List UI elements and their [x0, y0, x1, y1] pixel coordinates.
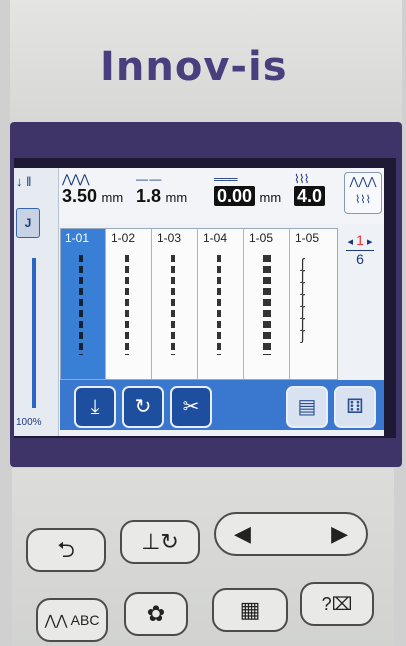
thread-tension[interactable]: ⌇⌇⌇ 4.0	[294, 172, 326, 207]
stitch-preview	[217, 255, 221, 355]
settings-page-icon: ▦	[239, 597, 261, 622]
right-arrow-icon[interactable]: ▶	[331, 514, 348, 554]
needle-icon: ↓ ‖	[16, 174, 32, 189]
stitch-preview	[79, 255, 83, 355]
zigzag-preview: ʃʃʃʃʃʃʃ	[301, 255, 305, 343]
help-button[interactable]: ?⌧	[300, 582, 374, 626]
lcd-screen: ↓ ‖ J 100% ⋀⋀⋀ 3.50 mm — — 1.8 mm ═══ 0.…	[14, 168, 384, 436]
brand-logo: Innov-is	[100, 44, 288, 90]
scissors-icon: ✂	[182, 396, 200, 418]
reinforcement-button[interactable]: ↻	[122, 386, 164, 428]
stitch-mode-icon: ⋀⋀⋀ ⌇⌇⌇	[349, 176, 377, 206]
memory-icon: ▤	[297, 396, 317, 418]
character-stitch-icon: ⋀⋀ ABC	[44, 612, 100, 628]
left-sidebar: ↓ ‖ J 100%	[14, 168, 59, 436]
stitch-preview	[171, 255, 175, 355]
presser-foot-icon[interactable]: J	[16, 208, 40, 238]
page-prev-icon[interactable]: ◂	[348, 236, 354, 248]
back-arrow-icon: ⮌	[57, 537, 75, 562]
stitch-length-icon: — —	[136, 172, 161, 186]
presser-foot-button[interactable]: ⊥↻	[120, 520, 200, 564]
stitch-item[interactable]: 1-01	[61, 229, 106, 379]
left-arrow-icon[interactable]: ◀	[234, 514, 251, 554]
embroidery-icon: ✿	[146, 601, 166, 626]
back-button[interactable]: ⮌	[26, 528, 106, 572]
needle-position[interactable]: ═══ 0.00 mm	[214, 172, 281, 207]
page-indicator[interactable]: ◂ 1 ▸ 6	[340, 232, 380, 302]
memory-button[interactable]: ▤	[286, 386, 328, 428]
scissors-button[interactable]: ✂	[170, 386, 212, 428]
stitch-preview	[263, 255, 271, 355]
character-stitch-button[interactable]: ⋀⋀ ABC	[36, 598, 108, 642]
action-bar: ⤓ ↻ ✂ ▤ ⚅	[60, 380, 384, 430]
embroidery-button[interactable]: ✿	[124, 592, 188, 636]
stitch-width-icon: ⋀⋀⋀	[62, 172, 90, 186]
stitch-mode-button[interactable]: ⋀⋀⋀ ⌇⌇⌇	[344, 172, 382, 214]
reverse-stitch-button[interactable]: ⤓	[74, 386, 116, 428]
stitch-preview	[125, 255, 129, 355]
thread-tension-icon: ⌇⌇⌇	[294, 172, 310, 186]
presser-foot-rotate-icon: ⊥↻	[141, 529, 179, 554]
navigation-arrows: ◀ ▶	[214, 512, 368, 556]
stitch-width[interactable]: ⋀⋀⋀ 3.50 mm	[62, 172, 123, 207]
stitch-length[interactable]: — — 1.8 mm	[136, 172, 187, 207]
reverse-stitch-icon: ⤓	[90, 396, 100, 418]
needle-position-icon: ═══	[214, 172, 238, 186]
stitch-settings-button[interactable]: ⚅	[334, 386, 376, 428]
stitch-item[interactable]: 1-05 ʃʃʃʃʃʃʃ	[291, 229, 335, 379]
stitch-settings-icon: ⚅	[346, 396, 364, 418]
settings-button[interactable]: ▦	[212, 588, 288, 632]
stitch-list: 1-01 1-02 1-03 1-04 1-05 1-05 ʃʃʃʃʃʃʃ	[60, 228, 338, 380]
stitch-item[interactable]: 1-03	[153, 229, 198, 379]
speed-label: 100%	[16, 417, 42, 428]
stitch-item[interactable]: 1-04	[199, 229, 244, 379]
stitch-item[interactable]: 1-02	[107, 229, 152, 379]
page-next-icon[interactable]: ▸	[367, 236, 373, 248]
help-icon: ?⌧	[321, 594, 353, 614]
stitch-item[interactable]: 1-05	[245, 229, 290, 379]
speed-bar	[32, 258, 36, 408]
reinforcement-icon: ↻	[134, 396, 152, 418]
